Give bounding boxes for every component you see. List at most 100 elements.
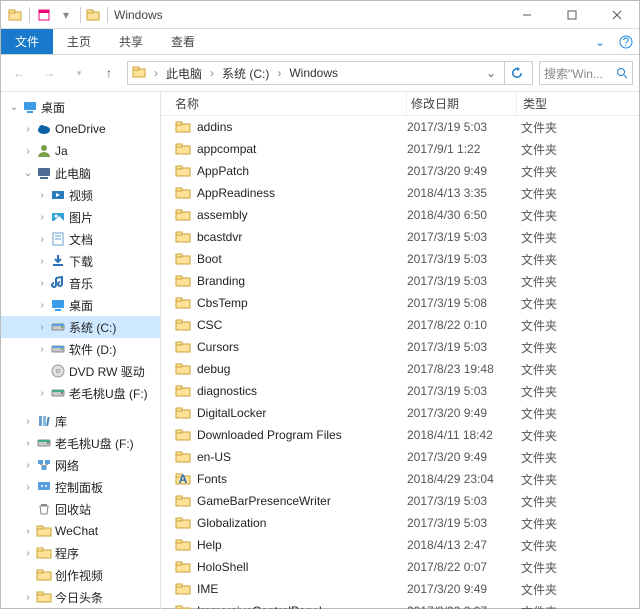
help-button[interactable]: ? (613, 29, 639, 54)
expand-icon[interactable]: › (21, 146, 35, 157)
file-row[interactable]: assembly2018/4/30 6:50文件夹 (161, 204, 639, 226)
expand-icon[interactable]: › (21, 592, 35, 603)
address-bar[interactable]: › 此电脑 › 系统 (C:) › Windows ⌄ (127, 61, 533, 85)
tree-item[interactable]: 创作视频 (1, 564, 160, 586)
tree-item[interactable]: ›图片 (1, 206, 160, 228)
file-row[interactable]: addins2017/3/19 5:03文件夹 (161, 116, 639, 138)
file-row[interactable]: HoloShell2017/8/22 0:07文件夹 (161, 556, 639, 578)
nav-recent-button[interactable]: ▾ (67, 61, 91, 85)
tree-item[interactable]: ›库 (1, 410, 160, 432)
expand-icon[interactable]: › (35, 234, 49, 245)
file-row[interactable]: GameBarPresenceWriter2017/3/19 5:03文件夹 (161, 490, 639, 512)
tree-item[interactable]: ⌄桌面 (1, 96, 160, 118)
expand-icon[interactable]: › (21, 526, 35, 537)
nav-forward-button[interactable]: → (37, 61, 61, 85)
refresh-button[interactable] (504, 62, 528, 84)
file-row[interactable]: Boot2017/3/19 5:03文件夹 (161, 248, 639, 270)
file-row[interactable]: AFonts2018/4/29 23:04文件夹 (161, 468, 639, 490)
tree-item[interactable]: ›软件 (D:) (1, 338, 160, 360)
tree-item[interactable]: ›今日头条 (1, 586, 160, 608)
file-row[interactable]: CbsTemp2017/3/19 5:08文件夹 (161, 292, 639, 314)
breadcrumb-folder[interactable]: Windows (287, 66, 340, 80)
file-row[interactable]: en-US2017/3/20 9:49文件夹 (161, 446, 639, 468)
file-row[interactable]: Help2018/4/13 2:47文件夹 (161, 534, 639, 556)
maximize-button[interactable] (549, 1, 594, 29)
file-type: 文件夹 (517, 471, 639, 488)
tree-item[interactable]: ›老毛桃U盘 (F:) (1, 432, 160, 454)
qat-properties-icon[interactable] (36, 7, 52, 23)
tree-item[interactable]: ›视频 (1, 184, 160, 206)
file-list-body[interactable]: addins2017/3/19 5:03文件夹appcompat2017/9/1… (161, 116, 639, 609)
tree-item[interactable]: ›桌面 (1, 294, 160, 316)
tree-item[interactable]: ›Ja (1, 140, 160, 162)
tree-item[interactable]: ›文档 (1, 228, 160, 250)
tree-item[interactable]: ›控制面板 (1, 476, 160, 498)
qat-dropdown-icon[interactable]: ▾ (58, 7, 74, 23)
minimize-button[interactable] (504, 1, 549, 29)
file-row[interactable]: CSC2017/8/22 0:10文件夹 (161, 314, 639, 336)
chevron-right-icon[interactable]: › (275, 66, 283, 80)
column-name[interactable]: 名称 (161, 92, 407, 115)
expand-icon[interactable]: › (21, 124, 35, 135)
nav-up-button[interactable]: ↑ (97, 61, 121, 85)
expand-icon[interactable]: › (35, 388, 49, 399)
file-row[interactable]: Globalization2017/3/19 5:03文件夹 (161, 512, 639, 534)
expand-icon[interactable]: › (35, 344, 49, 355)
breadcrumb-root-sep[interactable]: › (152, 66, 160, 80)
tree-item[interactable]: 回收站 (1, 498, 160, 520)
breadcrumb-root[interactable]: 此电脑 (164, 65, 204, 82)
tree-item[interactable]: ›网络 (1, 454, 160, 476)
column-date[interactable]: 修改日期 (407, 92, 517, 115)
file-row[interactable]: AppReadiness2018/4/13 3:35文件夹 (161, 182, 639, 204)
downloads-icon (49, 253, 67, 269)
expand-icon[interactable]: › (21, 460, 35, 471)
tab-share[interactable]: 共享 (105, 29, 157, 54)
file-row[interactable]: appcompat2017/9/1 1:22文件夹 (161, 138, 639, 160)
chevron-right-icon[interactable]: › (208, 66, 216, 80)
tree-item[interactable]: ›下载 (1, 250, 160, 272)
expand-icon[interactable]: › (35, 212, 49, 223)
address-dropdown-icon[interactable]: ⌄ (482, 66, 500, 80)
expand-icon[interactable]: › (35, 278, 49, 289)
tree-item[interactable]: ›系统 (C:) (1, 316, 160, 338)
file-row[interactable]: AppPatch2017/3/20 9:49文件夹 (161, 160, 639, 182)
tree-item[interactable]: ›音乐 (1, 272, 160, 294)
tree-item[interactable]: DVD RW 驱动 (1, 360, 160, 382)
tree-item[interactable]: ›老毛桃U盘 (F:) (1, 382, 160, 404)
expand-icon[interactable]: › (21, 548, 35, 559)
file-row[interactable]: diagnostics2017/3/19 5:03文件夹 (161, 380, 639, 402)
expand-icon[interactable]: › (35, 300, 49, 311)
file-type: 文件夹 (517, 361, 639, 378)
file-row[interactable]: Branding2017/3/19 5:03文件夹 (161, 270, 639, 292)
expand-icon[interactable]: ⌄ (7, 102, 21, 113)
navigation-tree[interactable]: ⌄桌面›OneDrive›Ja⌄此电脑›视频›图片›文档›下载›音乐›桌面›系统… (1, 92, 161, 609)
file-row[interactable]: IME2017/3/20 9:49文件夹 (161, 578, 639, 600)
expand-icon[interactable]: › (21, 416, 35, 427)
file-row[interactable]: Downloaded Program Files2018/4/11 18:42文… (161, 424, 639, 446)
expand-icon[interactable]: › (35, 322, 49, 333)
breadcrumb-drive[interactable]: 系统 (C:) (220, 65, 271, 82)
close-button[interactable] (594, 1, 639, 29)
expand-icon[interactable]: › (21, 482, 35, 493)
search-input[interactable]: 搜索"Win... (539, 61, 633, 85)
tree-item[interactable]: ›WeChat (1, 520, 160, 542)
file-row[interactable]: DigitalLocker2017/3/20 9:49文件夹 (161, 402, 639, 424)
file-row[interactable]: bcastdvr2017/3/19 5:03文件夹 (161, 226, 639, 248)
tree-item[interactable]: ⌄此电脑 (1, 162, 160, 184)
expand-icon[interactable]: › (35, 256, 49, 267)
tab-home[interactable]: 主页 (53, 29, 105, 54)
column-type[interactable]: 类型 (517, 92, 639, 115)
tab-file[interactable]: 文件 (1, 29, 53, 54)
tree-item[interactable]: ›OneDrive (1, 118, 160, 140)
lib-icon (35, 413, 53, 429)
tab-view[interactable]: 查看 (157, 29, 209, 54)
expand-icon[interactable]: › (21, 438, 35, 449)
expand-icon[interactable]: ⌄ (21, 168, 35, 179)
file-row[interactable]: ImmersiveControlPanel2017/8/22 0:07文件夹 (161, 600, 639, 609)
nav-back-button[interactable]: ← (7, 61, 31, 85)
tree-item[interactable]: ›程序 (1, 542, 160, 564)
file-row[interactable]: debug2017/8/23 19:48文件夹 (161, 358, 639, 380)
ribbon-expand-button[interactable]: ⌄ (587, 29, 613, 54)
file-row[interactable]: Cursors2017/3/19 5:03文件夹 (161, 336, 639, 358)
expand-icon[interactable]: › (35, 190, 49, 201)
